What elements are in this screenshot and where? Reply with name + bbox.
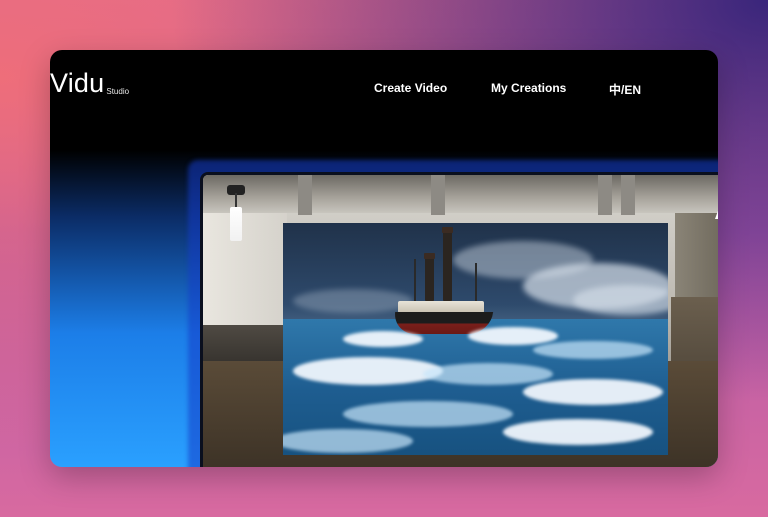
app-window: Vidu Studio Create Video My Creations 中/… xyxy=(50,50,718,467)
hanging-lamp xyxy=(230,207,242,241)
logo-main-text: Vidu xyxy=(50,68,105,98)
ceiling-beam xyxy=(431,175,445,215)
top-nav-bar: Vidu Studio Create Video My Creations 中/… xyxy=(50,50,718,130)
ceiling-beam xyxy=(598,175,612,215)
nav-my-creations[interactable]: My Creations xyxy=(491,81,566,95)
ceiling-beam xyxy=(298,175,312,215)
language-toggle[interactable]: 中/EN xyxy=(609,81,641,98)
ship-funnel xyxy=(442,227,453,301)
logo-sub-text: Studio xyxy=(106,87,130,96)
ceiling-beam xyxy=(621,175,635,215)
hero-video-preview[interactable] xyxy=(200,172,718,467)
ship-painting xyxy=(283,223,668,455)
ship-funnel xyxy=(424,253,435,301)
studio-ceiling xyxy=(203,175,718,213)
app-logo[interactable]: Vidu Studio xyxy=(50,70,129,97)
nav-create-video[interactable]: Create Video xyxy=(374,81,447,95)
right-lamp xyxy=(715,197,718,219)
